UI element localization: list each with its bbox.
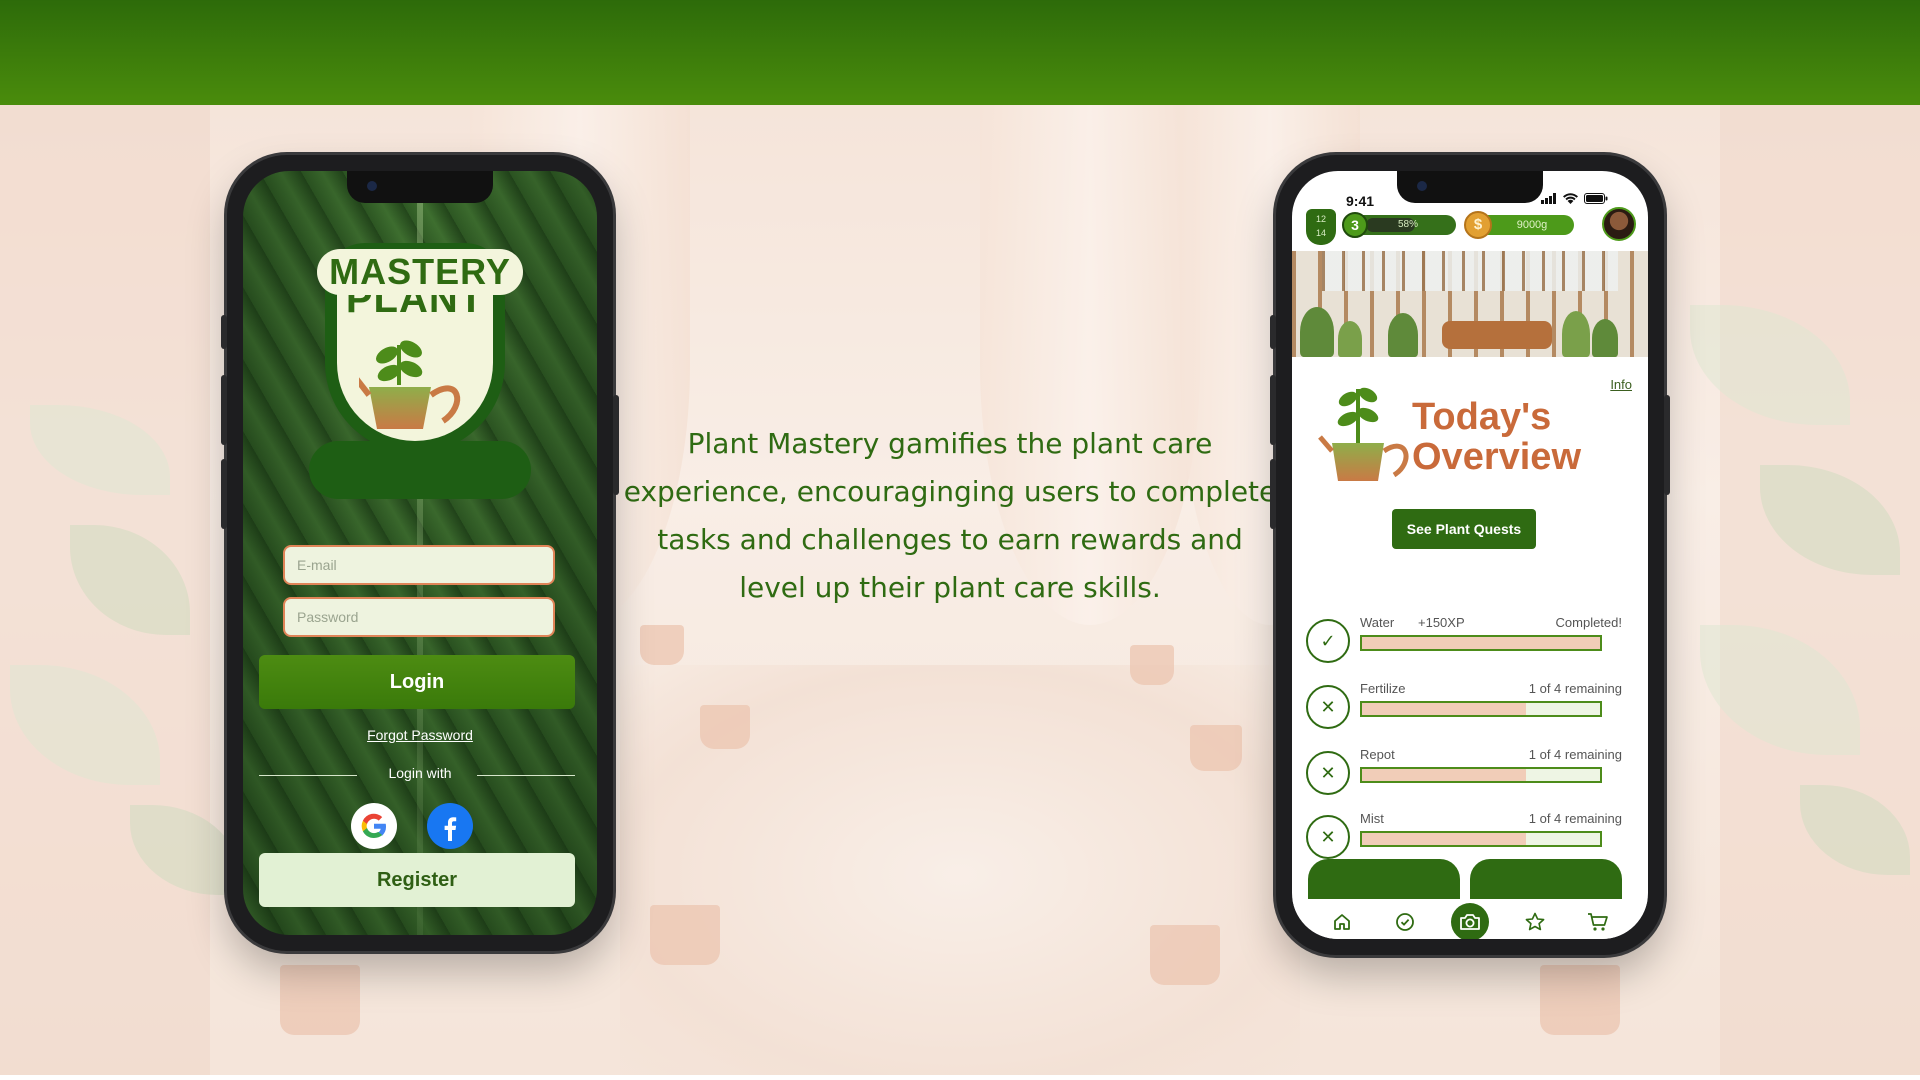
bottom-divider (0, 1075, 1920, 1080)
google-icon (361, 813, 387, 839)
task-progress-fill (1362, 703, 1527, 715)
xp-percent: 58% (1397, 219, 1418, 230)
login-screen: PLANT MASTERY E-mail Password Login Forg… (243, 171, 597, 935)
check-circle-icon (1396, 913, 1415, 931)
facebook-login-button[interactable] (427, 803, 473, 849)
page-title-line1: Today's (1412, 396, 1552, 438)
player-level: 3 (1342, 212, 1368, 238)
task-progress-bar (1360, 635, 1602, 651)
password-field[interactable]: Password (283, 597, 555, 637)
coin-icon: $ (1464, 211, 1492, 239)
watering-can-plant-icon (359, 340, 461, 429)
facebook-icon (444, 817, 457, 841)
level-badge-top: 12 (1315, 214, 1326, 224)
page-title: Today's Overview (1412, 397, 1581, 477)
task-status: Completed! (1555, 615, 1622, 630)
close-icon: ✕ (1306, 815, 1350, 859)
task-name: Water (1360, 615, 1395, 630)
task-progress-fill (1362, 637, 1600, 649)
avatar[interactable] (1602, 207, 1636, 241)
phone-notch (347, 171, 493, 203)
task-row[interactable]: ✕ Repot 1 of 4 remaining (1306, 743, 1622, 795)
nav-home[interactable] (1324, 904, 1360, 939)
login-phone-mockup: PLANT MASTERY E-mail Password Login Forg… (221, 155, 619, 951)
home-icon (1333, 914, 1350, 930)
task-name: Fertilize (1360, 681, 1406, 696)
close-icon: ✕ (1306, 751, 1350, 795)
task-name: Mist (1360, 811, 1384, 826)
plant-mastery-logo: PLANT MASTERY (309, 243, 531, 503)
player-stats-bar: 12 14 58% 3 $ 9000g (1292, 203, 1648, 251)
task-progress-bar (1360, 831, 1602, 847)
login-with-label: Login with (388, 765, 452, 781)
task-progress-fill (1362, 833, 1527, 845)
level-badge-bottom: 14 (1315, 228, 1326, 238)
nav-camera[interactable] (1450, 903, 1489, 939)
task-status: 1 of 4 remaining (1528, 811, 1622, 826)
star-icon (1525, 912, 1544, 931)
google-login-button[interactable] (351, 803, 397, 849)
nav-tasks[interactable] (1387, 904, 1423, 939)
level-badge: 12 14 (1306, 209, 1336, 245)
task-xp: +150XP (1418, 615, 1465, 630)
register-button[interactable]: Register (259, 853, 575, 907)
task-row[interactable]: ✓ Water +150XP Completed! (1306, 611, 1622, 663)
gold-amount: 9000g (1516, 219, 1548, 231)
task-row[interactable]: ✕ Fertilize 1 of 4 remaining (1306, 677, 1622, 729)
xp-progress: 58% 3 (1342, 212, 1456, 238)
info-link[interactable]: Info (1610, 377, 1632, 392)
phone-notch (1397, 171, 1543, 203)
login-button[interactable]: Login (259, 655, 575, 709)
task-progress-bar (1360, 701, 1602, 717)
watering-can-plant-icon (1318, 387, 1409, 481)
task-name: Repot (1360, 747, 1395, 762)
page-title-line2: Overview (1412, 436, 1581, 478)
logo-title-bottom: MASTERY (317, 249, 523, 295)
task-row[interactable]: ✕ Mist 1 of 4 remaining (1306, 807, 1622, 859)
task-status: 1 of 4 remaining (1528, 681, 1622, 696)
task-progress-bar (1360, 767, 1602, 783)
overview-phone-mockup: 9:41 12 14 58% 3 $ 9000g Info Today's Ov… (1270, 155, 1670, 955)
sunroom-hero-image (1292, 251, 1648, 357)
top-banner (0, 0, 1920, 105)
see-plant-quests-button[interactable]: See Plant Quests (1392, 509, 1536, 549)
tagline-text: Plant Mastery gamifies the plant care ex… (623, 427, 1277, 604)
task-progress-fill (1362, 769, 1527, 781)
camera-icon (1460, 914, 1480, 930)
close-icon: ✕ (1306, 685, 1350, 729)
gold-balance: $ 9000g (1464, 211, 1574, 239)
cart-icon (1588, 913, 1609, 931)
check-icon: ✓ (1306, 619, 1350, 663)
email-field[interactable]: E-mail (283, 545, 555, 585)
overview-screen: 9:41 12 14 58% 3 $ 9000g Info Today's Ov… (1292, 171, 1648, 939)
nav-favorites[interactable] (1517, 904, 1553, 939)
bottom-nav (1292, 899, 1648, 939)
forgot-password-link[interactable]: Forgot Password (243, 727, 597, 743)
divider-right (477, 775, 575, 776)
nav-shop[interactable] (1580, 904, 1616, 939)
task-status: 1 of 4 remaining (1528, 747, 1622, 762)
